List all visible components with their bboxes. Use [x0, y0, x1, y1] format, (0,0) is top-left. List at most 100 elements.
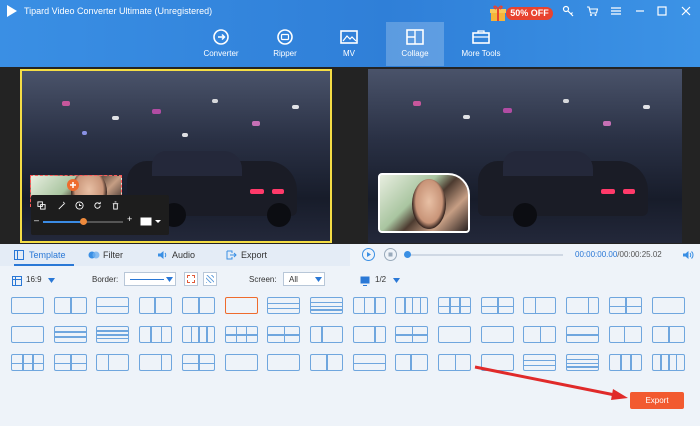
maximize-icon[interactable]: [656, 5, 668, 17]
tool-label: MV: [343, 49, 355, 58]
template-option[interactable]: [352, 325, 386, 343]
template-option[interactable]: [53, 297, 87, 314]
template-option[interactable]: [53, 325, 87, 343]
border-style-select[interactable]: [124, 272, 176, 286]
play-icon[interactable]: [362, 248, 375, 261]
template-option[interactable]: [309, 325, 343, 343]
template-option[interactable]: [11, 297, 44, 314]
aspect-ratio-value[interactable]: 16:9: [26, 275, 42, 284]
template-option[interactable]: [480, 297, 514, 314]
border-pattern-toggle[interactable]: [203, 272, 217, 286]
ripper-icon: [277, 29, 293, 45]
template-option[interactable]: [395, 354, 429, 371]
tool-more-tools[interactable]: More Tools: [452, 22, 510, 66]
template-option[interactable]: [96, 325, 130, 343]
title-bar: Tipard Video Converter Ultimate (Unregis…: [0, 0, 700, 67]
template-option[interactable]: [352, 354, 386, 371]
export-button[interactable]: Export: [630, 392, 684, 409]
template-option[interactable]: [651, 354, 685, 371]
zoom-slider-handle[interactable]: [80, 218, 87, 225]
template-option[interactable]: [651, 325, 685, 343]
chevron-down-icon[interactable]: [48, 278, 55, 283]
tab-audio[interactable]: Audio: [157, 244, 207, 266]
tool-ripper[interactable]: Ripper: [256, 22, 314, 66]
page-indicator[interactable]: 1/2: [375, 275, 386, 284]
annotation-arrow: [474, 365, 628, 400]
template-option[interactable]: [566, 297, 600, 314]
template-option[interactable]: [11, 325, 44, 343]
volume-icon[interactable]: [682, 250, 694, 260]
template-option[interactable]: [139, 297, 173, 314]
template-option[interactable]: [139, 325, 173, 343]
template-option[interactable]: [352, 297, 386, 314]
tab-filter[interactable]: Filter: [88, 244, 138, 266]
template-option[interactable]: [438, 325, 471, 343]
template-option[interactable]: [181, 297, 215, 314]
template-option[interactable]: [651, 297, 685, 314]
zoom-out-button[interactable]: –: [34, 215, 39, 225]
menu-icon[interactable]: [610, 5, 622, 17]
key-icon[interactable]: [562, 5, 574, 17]
template-option[interactable]: [96, 354, 130, 371]
template-option[interactable]: [438, 354, 471, 371]
rotate-icon[interactable]: [93, 201, 102, 210]
template-option[interactable]: [395, 325, 429, 343]
template-option[interactable]: [267, 354, 301, 371]
template-option[interactable]: [608, 297, 642, 314]
time-display: 00:00:00.00/00:00:25.02: [575, 250, 662, 259]
chevron-down-icon[interactable]: [393, 278, 400, 283]
template-option[interactable]: [309, 354, 343, 371]
seek-bar[interactable]: [404, 251, 563, 258]
template-option[interactable]: [566, 325, 600, 343]
template-option[interactable]: [11, 354, 44, 371]
replace-icon[interactable]: [37, 201, 46, 210]
template-option[interactable]: [139, 354, 173, 371]
border-color-picker[interactable]: [184, 272, 198, 286]
template-option[interactable]: [224, 297, 258, 314]
preview-area: – +: [0, 67, 700, 245]
seek-handle[interactable]: [404, 251, 411, 258]
add-media-icon[interactable]: [67, 179, 79, 191]
zoom-in-button[interactable]: +: [127, 214, 132, 224]
template-option[interactable]: [181, 354, 215, 371]
tool-mv[interactable]: MV: [320, 22, 378, 66]
tab-label: Audio: [172, 250, 196, 260]
template-option[interactable]: [267, 297, 301, 314]
close-icon[interactable]: [680, 5, 692, 17]
promo-banner[interactable]: 50% OFF: [488, 3, 554, 21]
discount-badge: 50% OFF: [506, 7, 553, 20]
aspect-dropdown-icon[interactable]: [140, 217, 162, 226]
template-option[interactable]: [181, 325, 215, 343]
screen-select[interactable]: All: [283, 272, 325, 286]
timer-icon[interactable]: [75, 201, 84, 210]
tab-template[interactable]: Template: [14, 244, 74, 266]
template-option[interactable]: [395, 297, 429, 314]
template-option[interactable]: [480, 325, 514, 343]
template-option[interactable]: [309, 297, 343, 314]
collage-output-preview: [368, 69, 682, 243]
template-option[interactable]: [438, 297, 471, 314]
template-option[interactable]: [96, 297, 130, 314]
stop-icon[interactable]: [384, 248, 397, 261]
template-icon: [14, 250, 24, 260]
toolbox-icon: [472, 30, 490, 44]
template-option[interactable]: [224, 354, 258, 371]
zoom-slider[interactable]: [43, 218, 123, 225]
template-option[interactable]: [53, 354, 87, 371]
screen-value: All: [289, 275, 298, 284]
template-option[interactable]: [523, 297, 557, 314]
gift-icon: [490, 5, 506, 21]
template-option[interactable]: [224, 325, 258, 343]
delete-icon[interactable]: [111, 201, 120, 210]
cart-icon[interactable]: [586, 5, 598, 17]
minimize-icon[interactable]: [634, 5, 646, 17]
tool-label: Collage: [401, 49, 429, 58]
tool-converter[interactable]: Converter: [192, 22, 250, 66]
template-option[interactable]: [267, 325, 301, 343]
tool-collage[interactable]: Collage: [386, 22, 444, 66]
magic-wand-icon[interactable]: [57, 201, 66, 210]
border-label: Border:: [92, 275, 119, 284]
template-option[interactable]: [608, 325, 642, 343]
tab-export[interactable]: Export: [226, 244, 276, 266]
template-option[interactable]: [523, 325, 557, 343]
